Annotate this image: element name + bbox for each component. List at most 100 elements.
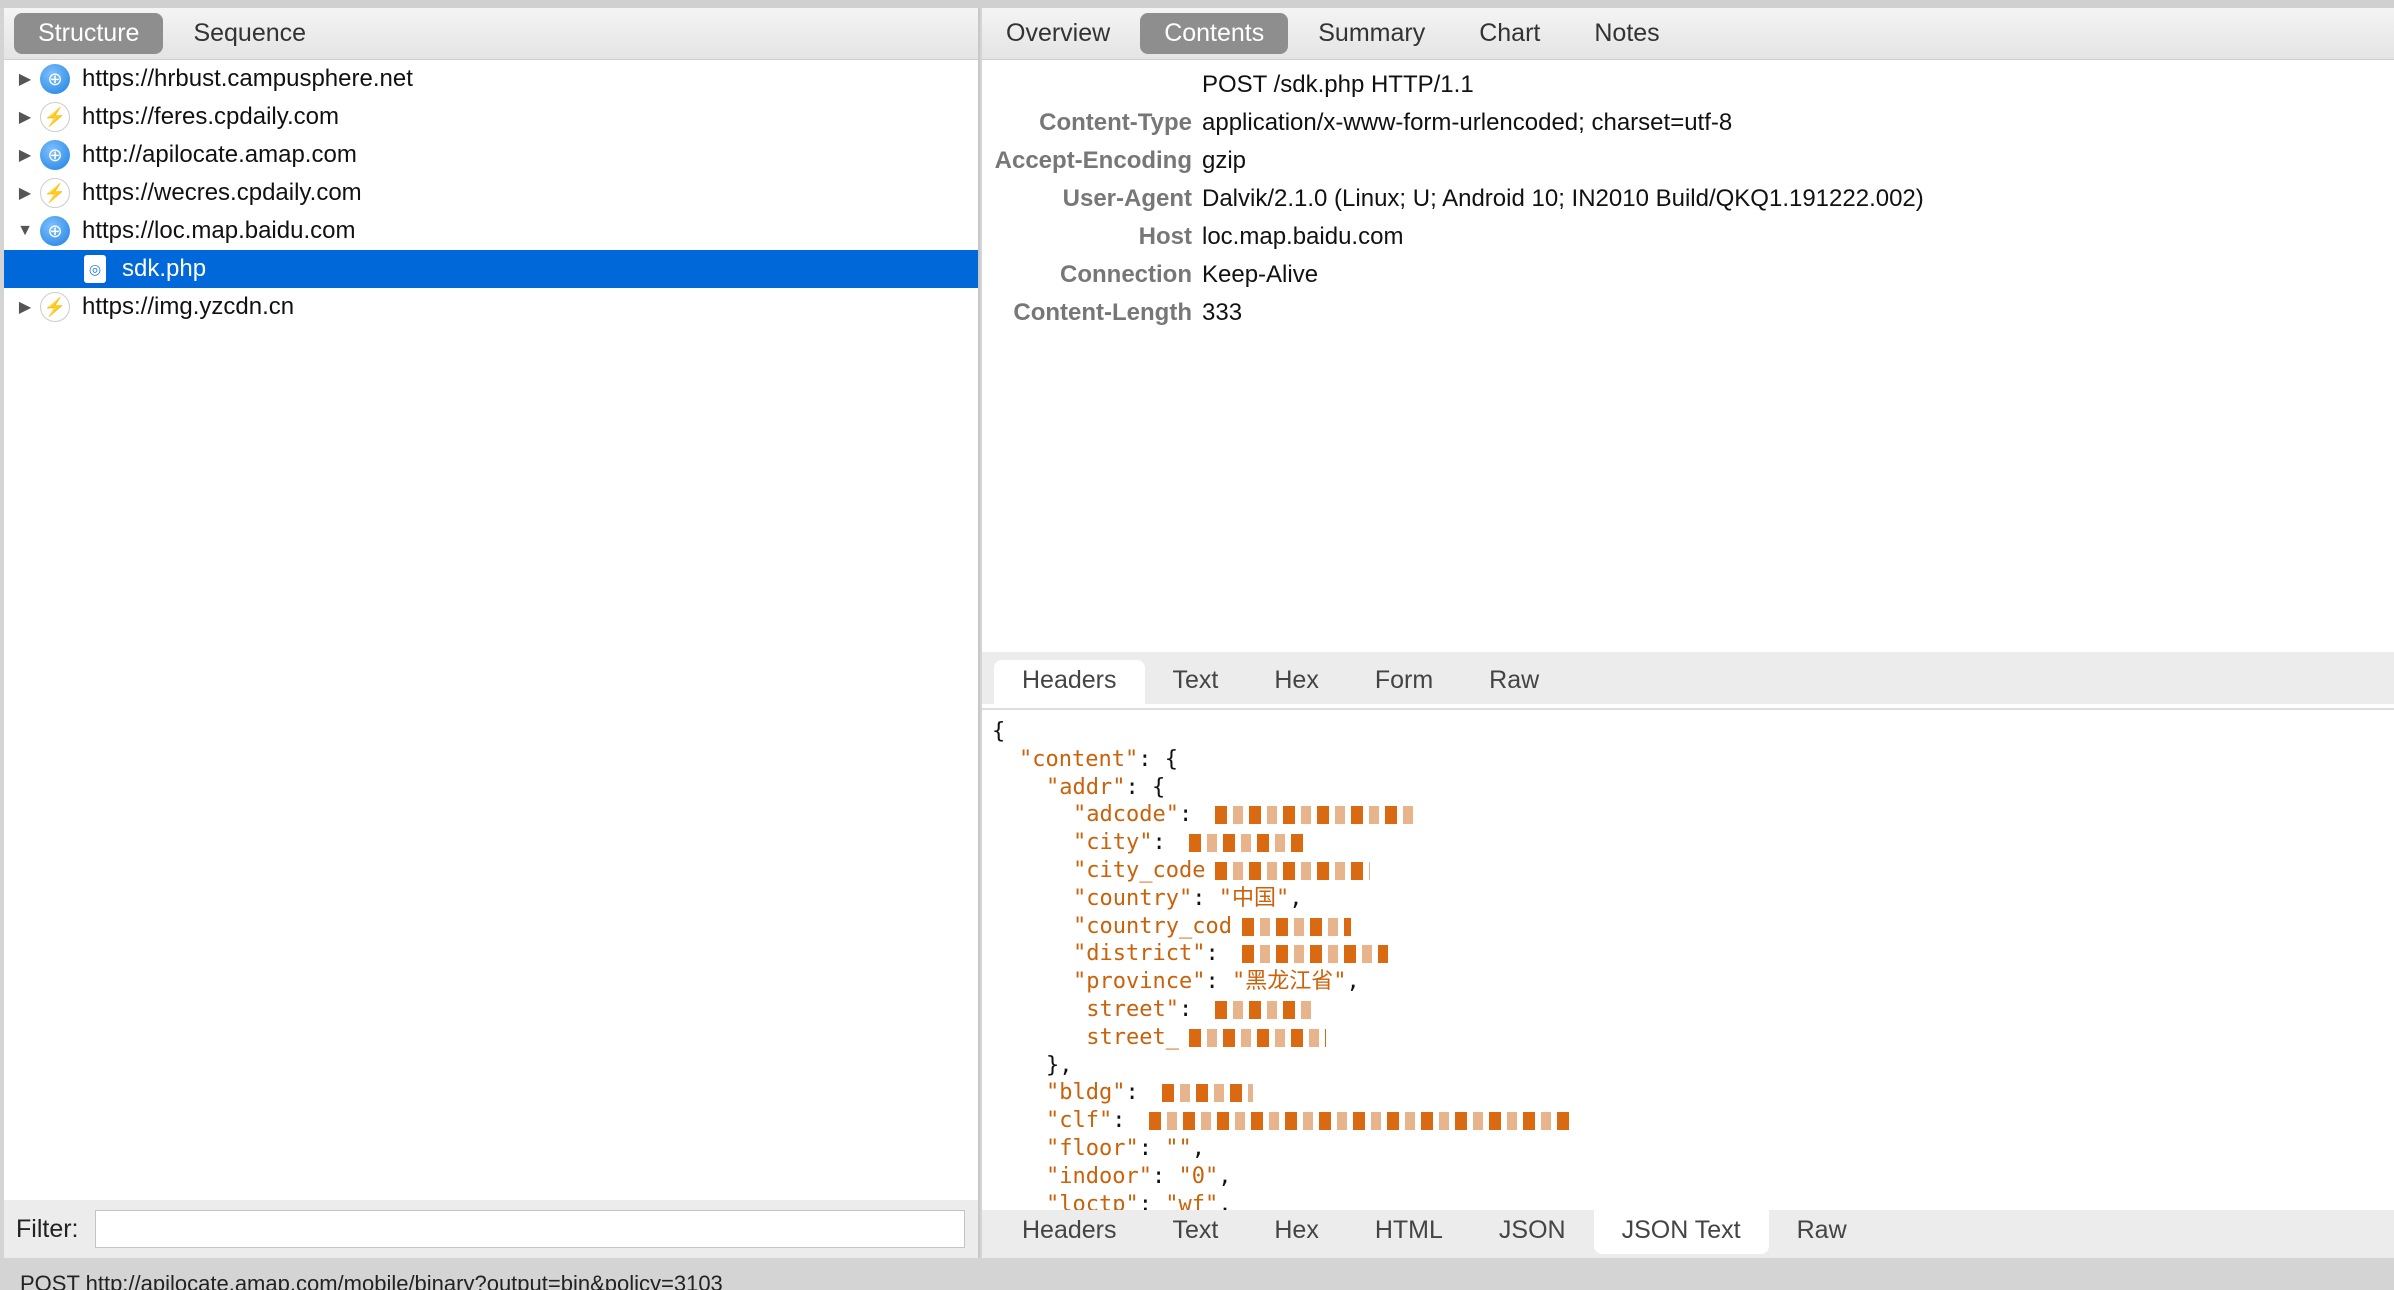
tab-overview[interactable]: Overview xyxy=(982,13,1134,54)
tree-row[interactable]: ▶ ⊕ https://hrbust.campusphere.net xyxy=(4,60,978,98)
header-name: Host xyxy=(1138,223,1192,250)
redacted-value xyxy=(1148,1112,1569,1131)
json-key: "city" xyxy=(1073,830,1153,856)
json-key: "country_cod xyxy=(1073,913,1232,939)
status-bar: POST http://apilocate.amap.com/mobile/bi… xyxy=(0,1258,2394,1290)
redacted-value xyxy=(1215,806,1417,825)
tab-structure[interactable]: Structure xyxy=(14,13,164,54)
json-punct: : xyxy=(1205,969,1232,995)
header-row: Accept-Encoding gzip xyxy=(982,142,2394,180)
tree-row[interactable]: ◎ sdk.php xyxy=(4,250,978,288)
json-string: "0" xyxy=(1178,1163,1219,1189)
request-line-row: POST /sdk.php HTTP/1.1 xyxy=(982,66,2394,104)
json-key: "content" xyxy=(1019,746,1139,772)
header-value: Dalvik/2.1.0 (Linux; U; Android 10; IN20… xyxy=(1202,185,1924,212)
disclosure-expanded-icon[interactable]: ▼ xyxy=(10,222,40,240)
json-line: "floor": "", xyxy=(992,1135,2384,1163)
header-row: Host loc.map.baidu.com xyxy=(982,218,2394,256)
disclosure-collapsed-icon[interactable]: ▶ xyxy=(10,297,40,317)
json-punct: : xyxy=(1112,1108,1139,1134)
json-key: "indoor" xyxy=(1046,1163,1152,1189)
host-tree: ▶ ⊕ https://hrbust.campusphere.net ▶ ⚡ https:… xyxy=(4,60,978,326)
tree-row[interactable]: ▶ ⚡ https://img.yzcdn.cn xyxy=(4,288,978,326)
json-string: "中国" xyxy=(1218,885,1290,911)
request-tab-form[interactable]: Form xyxy=(1347,660,1461,704)
json-punct: : xyxy=(1151,1163,1179,1189)
request-view-tabs: Headers Text Hex Form Raw xyxy=(982,652,2394,704)
response-tab-raw[interactable]: Raw xyxy=(1769,1210,1875,1254)
globe-icon: ⊕ xyxy=(40,216,70,246)
header-value: 333 xyxy=(1202,299,1243,326)
response-tab-headers[interactable]: Headers xyxy=(994,1210,1145,1254)
header-row: User-Agent Dalvik/2.1.0 (Linux; U; Androi… xyxy=(982,180,2394,218)
json-string: "" xyxy=(1165,1135,1192,1161)
tree-row[interactable]: ▼ ⊕ https://loc.map.baidu.com xyxy=(4,212,978,250)
right-pane: Overview Contents Summary Chart Notes POST /… xyxy=(982,8,2394,1258)
json-string: "黑龙江省" xyxy=(1231,969,1347,995)
left-pane: Structure Sequence ▶ ⊕ https://hrbust.campu… xyxy=(4,8,980,1258)
json-key: street" xyxy=(1073,996,1179,1022)
header-value: loc.map.baidu.com xyxy=(1202,223,1404,250)
redacted-value xyxy=(1188,834,1307,853)
json-punct: : xyxy=(1138,1135,1166,1161)
json-line: "addr": { xyxy=(992,774,2384,802)
tree-row[interactable]: ▶ ⚡ https://wecres.cpdaily.com xyxy=(4,174,978,212)
tab-notes[interactable]: Notes xyxy=(1570,13,1683,54)
json-punct: , xyxy=(1218,1163,1232,1189)
tab-summary[interactable]: Summary xyxy=(1294,13,1449,54)
disclosure-collapsed-icon[interactable]: ▶ xyxy=(10,107,40,127)
response-tab-hex[interactable]: Hex xyxy=(1246,1210,1346,1254)
json-line: street_ xyxy=(992,1024,2384,1052)
json-line: "country": "中国", xyxy=(992,885,2384,913)
json-line: "bldg": xyxy=(992,1079,2384,1107)
redacted-value xyxy=(1161,1084,1253,1103)
redacted-value xyxy=(1215,1000,1316,1019)
json-punct: : xyxy=(1152,830,1179,856)
tab-chart[interactable]: Chart xyxy=(1455,13,1564,54)
response-tab-json-text[interactable]: JSON Text xyxy=(1593,1210,1769,1254)
json-punct: : xyxy=(1178,802,1206,828)
header-name: Accept-Encoding xyxy=(994,147,1192,174)
request-tab-hex[interactable]: Hex xyxy=(1246,660,1346,704)
globe-icon: ⊕ xyxy=(40,64,70,94)
json-line: "province": "黑龙江省", xyxy=(992,968,2384,996)
globe-icon: ⊕ xyxy=(40,140,70,170)
response-tab-html[interactable]: HTML xyxy=(1347,1210,1471,1254)
response-tab-text[interactable]: Text xyxy=(1145,1210,1247,1254)
filter-label: Filter: xyxy=(16,1214,79,1243)
response-view-tabs: Headers Text Hex HTML JSON JSON Text Raw xyxy=(982,1210,2394,1258)
filter-input[interactable] xyxy=(94,1210,965,1248)
json-punct: , xyxy=(1346,969,1360,995)
response-tab-json[interactable]: JSON xyxy=(1471,1210,1594,1254)
request-tab-text[interactable]: Text xyxy=(1145,660,1247,704)
detail-tabs: Overview Contents Summary Chart Notes xyxy=(982,8,2394,60)
disclosure-collapsed-icon[interactable]: ▶ xyxy=(10,183,40,203)
file-icon: ◎ xyxy=(84,255,106,283)
json-key: "clf" xyxy=(1046,1108,1113,1134)
tree-row-label: http://apilocate.amap.com xyxy=(82,141,357,168)
tree-row-label: https://feres.cpdaily.com xyxy=(82,103,339,130)
tree-row-label: https://hrbust.campusphere.net xyxy=(82,65,413,92)
json-key: "bldg" xyxy=(1046,1080,1126,1106)
header-value: Keep-Alive xyxy=(1202,261,1319,288)
tree-row-label: https://loc.map.baidu.com xyxy=(82,217,356,244)
view-mode-tabs: Structure Sequence xyxy=(4,8,978,60)
request-tab-headers[interactable]: Headers xyxy=(994,660,1145,704)
tree-row[interactable]: ▶ ⊕ http://apilocate.amap.com xyxy=(4,136,978,174)
json-line: { xyxy=(992,718,2384,746)
json-line: "content": { xyxy=(992,746,2384,774)
header-name: User-Agent xyxy=(1062,185,1192,212)
json-punct: , xyxy=(1191,1135,1205,1161)
json-key: "country" xyxy=(1073,885,1193,911)
header-name: Content-Length xyxy=(1013,299,1192,326)
json-line: "city_code xyxy=(992,857,2384,885)
tab-contents[interactable]: Contents xyxy=(1140,13,1289,54)
request-tab-raw[interactable]: Raw xyxy=(1461,660,1567,704)
json-line: "city": xyxy=(992,829,2384,857)
json-line: "adcode": xyxy=(992,801,2384,829)
tab-sequence[interactable]: Sequence xyxy=(169,13,330,54)
disclosure-collapsed-icon[interactable]: ▶ xyxy=(10,69,40,89)
disclosure-collapsed-icon[interactable]: ▶ xyxy=(10,145,40,165)
json-key: "adcode" xyxy=(1073,802,1179,828)
tree-row[interactable]: ▶ ⚡ https://feres.cpdaily.com xyxy=(4,98,978,136)
